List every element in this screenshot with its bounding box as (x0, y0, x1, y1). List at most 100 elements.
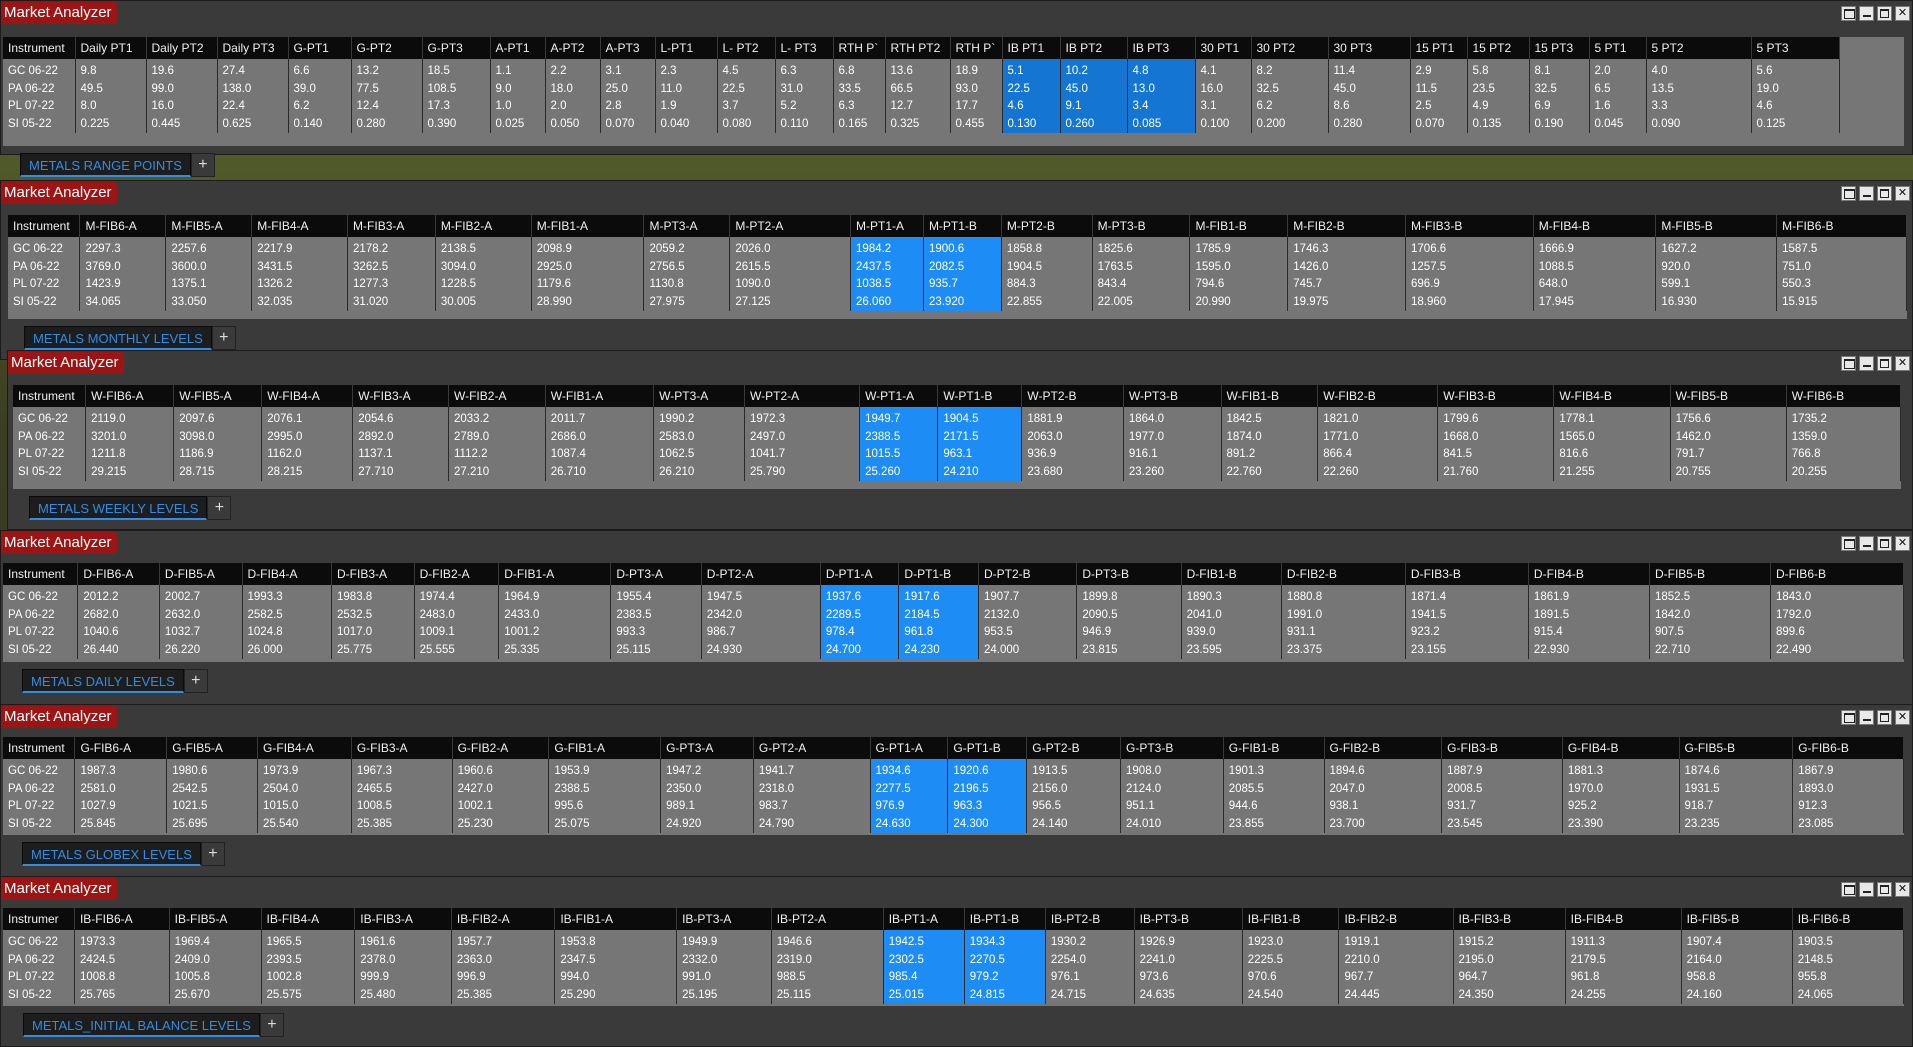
restore-button[interactable] (1841, 6, 1856, 21)
column-header[interactable]: D-FIB2-A (414, 563, 500, 585)
column-header[interactable]: 30 PT2 (1251, 37, 1329, 59)
column-header[interactable]: IB-PT3-A (676, 908, 772, 930)
minimize-button[interactable] (1859, 882, 1874, 897)
table-row[interactable]: PA 06-22 49.5 99.0 138.0 39.0 77.5 108.5 9.0 18.… (3, 80, 1840, 98)
column-header[interactable]: RTH P` (950, 37, 1003, 59)
column-header[interactable]: D-FIB3-A (331, 563, 415, 585)
column-header[interactable]: W-PT2-B (1021, 385, 1124, 407)
close-button[interactable]: ✕ (1895, 6, 1910, 21)
column-header[interactable]: Daily PT1 (75, 37, 147, 59)
add-tab-button[interactable]: + (207, 496, 232, 520)
restore-button[interactable] (1841, 710, 1856, 725)
table-row[interactable]: PL 07-22 1040.6 1032.7 1024.8 1017.0 1009.1 10… (3, 624, 1904, 642)
column-header[interactable]: IB-FIB6-B (1792, 908, 1904, 930)
column-header[interactable]: W-FIB2-A (448, 385, 546, 407)
column-header[interactable]: W-PT3-B (1123, 385, 1222, 407)
table-row[interactable]: PA 06-22 2424.5 2409.0 2393.5 2378.0 2363.0 23… (3, 951, 1904, 969)
column-header[interactable]: IB-FIB4-B (1565, 908, 1682, 930)
column-header[interactable]: W-FIB2-B (1317, 385, 1439, 407)
restore-button[interactable] (1841, 536, 1856, 551)
tab-active[interactable]: METALS DAILY LEVELS (22, 669, 184, 693)
window-titlebar[interactable]: Market Analyzer ✕ (1, 181, 1912, 205)
column-header[interactable]: IB-FIB3-A (354, 908, 452, 930)
maximize-button[interactable] (1877, 356, 1892, 371)
table-row[interactable]: PL 07-22 8.0 16.0 22.4 6.2 12.4 17.3 1.0 2.0 2.8 1… (3, 98, 1840, 116)
column-header[interactable]: L- PT3 (775, 37, 834, 59)
column-header[interactable]: D-FIB6-A (77, 563, 160, 585)
column-header[interactable]: G-PT2-B (1026, 737, 1122, 759)
column-header[interactable]: M-FIB5-B (1655, 215, 1778, 237)
column-header[interactable]: M-PT1-A (850, 215, 924, 237)
column-header[interactable]: G-FIB4-B (1562, 737, 1680, 759)
minimize-button[interactable] (1859, 186, 1874, 201)
column-header[interactable]: G-FIB1-A (548, 737, 662, 759)
add-tab-button[interactable]: + (183, 669, 208, 693)
add-tab-button[interactable]: + (200, 842, 225, 866)
column-header[interactable]: G-FIB5-A (166, 737, 259, 759)
table-row[interactable]: PL 07-22 1211.8 1186.9 1162.0 1137.1 1112.2 10… (13, 446, 1901, 464)
column-header[interactable]: IB-FIB6-A (74, 908, 170, 930)
column-header[interactable]: IB-FIB2-B (1338, 908, 1454, 930)
column-header[interactable]: IB-FIB5-A (169, 908, 262, 930)
column-header[interactable]: D-FIB5-A (159, 563, 243, 585)
column-header[interactable]: IB PT2 (1060, 37, 1128, 59)
table-row[interactable]: PL 07-22 1008.8 1005.8 1002.8 999.9 996.9 994.… (3, 969, 1904, 987)
maximize-button[interactable] (1877, 536, 1892, 551)
column-header[interactable]: M-PT3-A (643, 215, 731, 237)
column-header[interactable]: G-FIB2-B (1324, 737, 1443, 759)
column-header[interactable]: W-FIB3-A (352, 385, 449, 407)
table-row[interactable]: SI 05-22 25.765 25.670 25.575 25.480 25.385 25… (3, 986, 1904, 1004)
column-header[interactable]: M-FIB5-A (165, 215, 253, 237)
column-header[interactable]: D-FIB1-B (1181, 563, 1282, 585)
column-header[interactable]: A-PT2 (545, 37, 601, 59)
column-header[interactable]: G-PT2-A (753, 737, 871, 759)
column-header[interactable]: G-FIB5-B (1679, 737, 1794, 759)
column-header[interactable]: W-FIB1-A (545, 385, 655, 407)
column-header[interactable]: W-FIB6-B (1786, 385, 1901, 407)
column-header[interactable]: Instrument (13, 385, 87, 407)
column-header[interactable]: D-FIB4-A (242, 563, 333, 585)
table-row[interactable]: GC 06-22 9.8 19.6 27.4 6.6 13.2 18.5 1.1 2.2 3.1 2… (3, 59, 1840, 81)
table-row[interactable]: SI 05-22 29.215 28.715 28.215 27.710 27.210 26… (13, 463, 1901, 481)
column-header[interactable]: D-FIB4-B (1528, 563, 1650, 585)
restore-button[interactable] (1841, 186, 1856, 201)
column-header[interactable]: RTH P` (833, 37, 886, 59)
column-header[interactable]: 30 PT3 (1328, 37, 1411, 59)
column-header[interactable]: IB-FIB2-A (451, 908, 556, 930)
column-header[interactable]: M-PT3-B (1092, 215, 1191, 237)
column-header[interactable]: W-FIB1-B (1221, 385, 1319, 407)
column-header[interactable]: Instrument (3, 563, 79, 585)
column-header[interactable]: M-PT2-A (729, 215, 852, 237)
table-row[interactable]: GC 06-22 1987.3 1980.6 1973.9 1967.3 1960.6 19… (3, 759, 1904, 781)
minimize-button[interactable] (1859, 6, 1874, 21)
column-header[interactable]: G-FIB3-A (351, 737, 453, 759)
table-row[interactable]: GC 06-22 2012.2 2002.7 1993.3 1983.8 1974.4 19… (3, 585, 1904, 607)
column-header[interactable]: G-FIB6-B (1792, 737, 1904, 759)
minimize-button[interactable] (1859, 710, 1874, 725)
column-header[interactable]: 15 PT3 (1529, 37, 1590, 59)
column-header[interactable]: M-FIB6-A (79, 215, 167, 237)
tab-active[interactable]: METALS GLOBEX LEVELS (22, 842, 201, 866)
column-header[interactable]: L-PT1 (655, 37, 718, 59)
column-header[interactable]: A-PT3 (600, 37, 656, 59)
column-header[interactable]: Daily PT2 (146, 37, 218, 59)
column-header[interactable]: D-FIB5-B (1649, 563, 1771, 585)
tab-active[interactable]: METALS RANGE POINTS (20, 153, 191, 177)
column-header[interactable]: 15 PT2 (1467, 37, 1530, 59)
table-row[interactable]: PL 07-22 1027.9 1021.5 1015.0 1008.5 1002.1 99… (3, 798, 1904, 816)
column-header[interactable]: G-PT3 (422, 37, 491, 59)
tab-active[interactable]: METALS_INITIAL BALANCE LEVELS (23, 1013, 260, 1037)
column-header[interactable]: G-FIB1-B (1223, 737, 1325, 759)
column-header[interactable]: G-PT1 (288, 37, 352, 59)
table-row[interactable]: GC 06-22 1973.3 1969.4 1965.5 1961.6 1957.7 19… (3, 930, 1904, 952)
close-button[interactable]: ✕ (1895, 356, 1910, 371)
column-header[interactable]: D-FIB6-B (1770, 563, 1904, 585)
column-header[interactable]: 30 PT1 (1195, 37, 1252, 59)
column-header[interactable]: W-FIB6-A (85, 385, 175, 407)
column-header[interactable]: IB PT3 (1127, 37, 1196, 59)
table-row[interactable]: SI 05-22 34.065 33.050 32.035 31.020 30.005 28… (8, 293, 1907, 311)
maximize-button[interactable] (1877, 6, 1892, 21)
table-row[interactable]: PL 07-22 1423.9 1375.1 1326.2 1277.3 1228.5 11… (8, 276, 1907, 294)
table-row[interactable]: PA 06-22 3201.0 3098.0 2995.0 2892.0 2789.0 26… (13, 428, 1901, 446)
column-header[interactable]: M-FIB4-B (1533, 215, 1657, 237)
